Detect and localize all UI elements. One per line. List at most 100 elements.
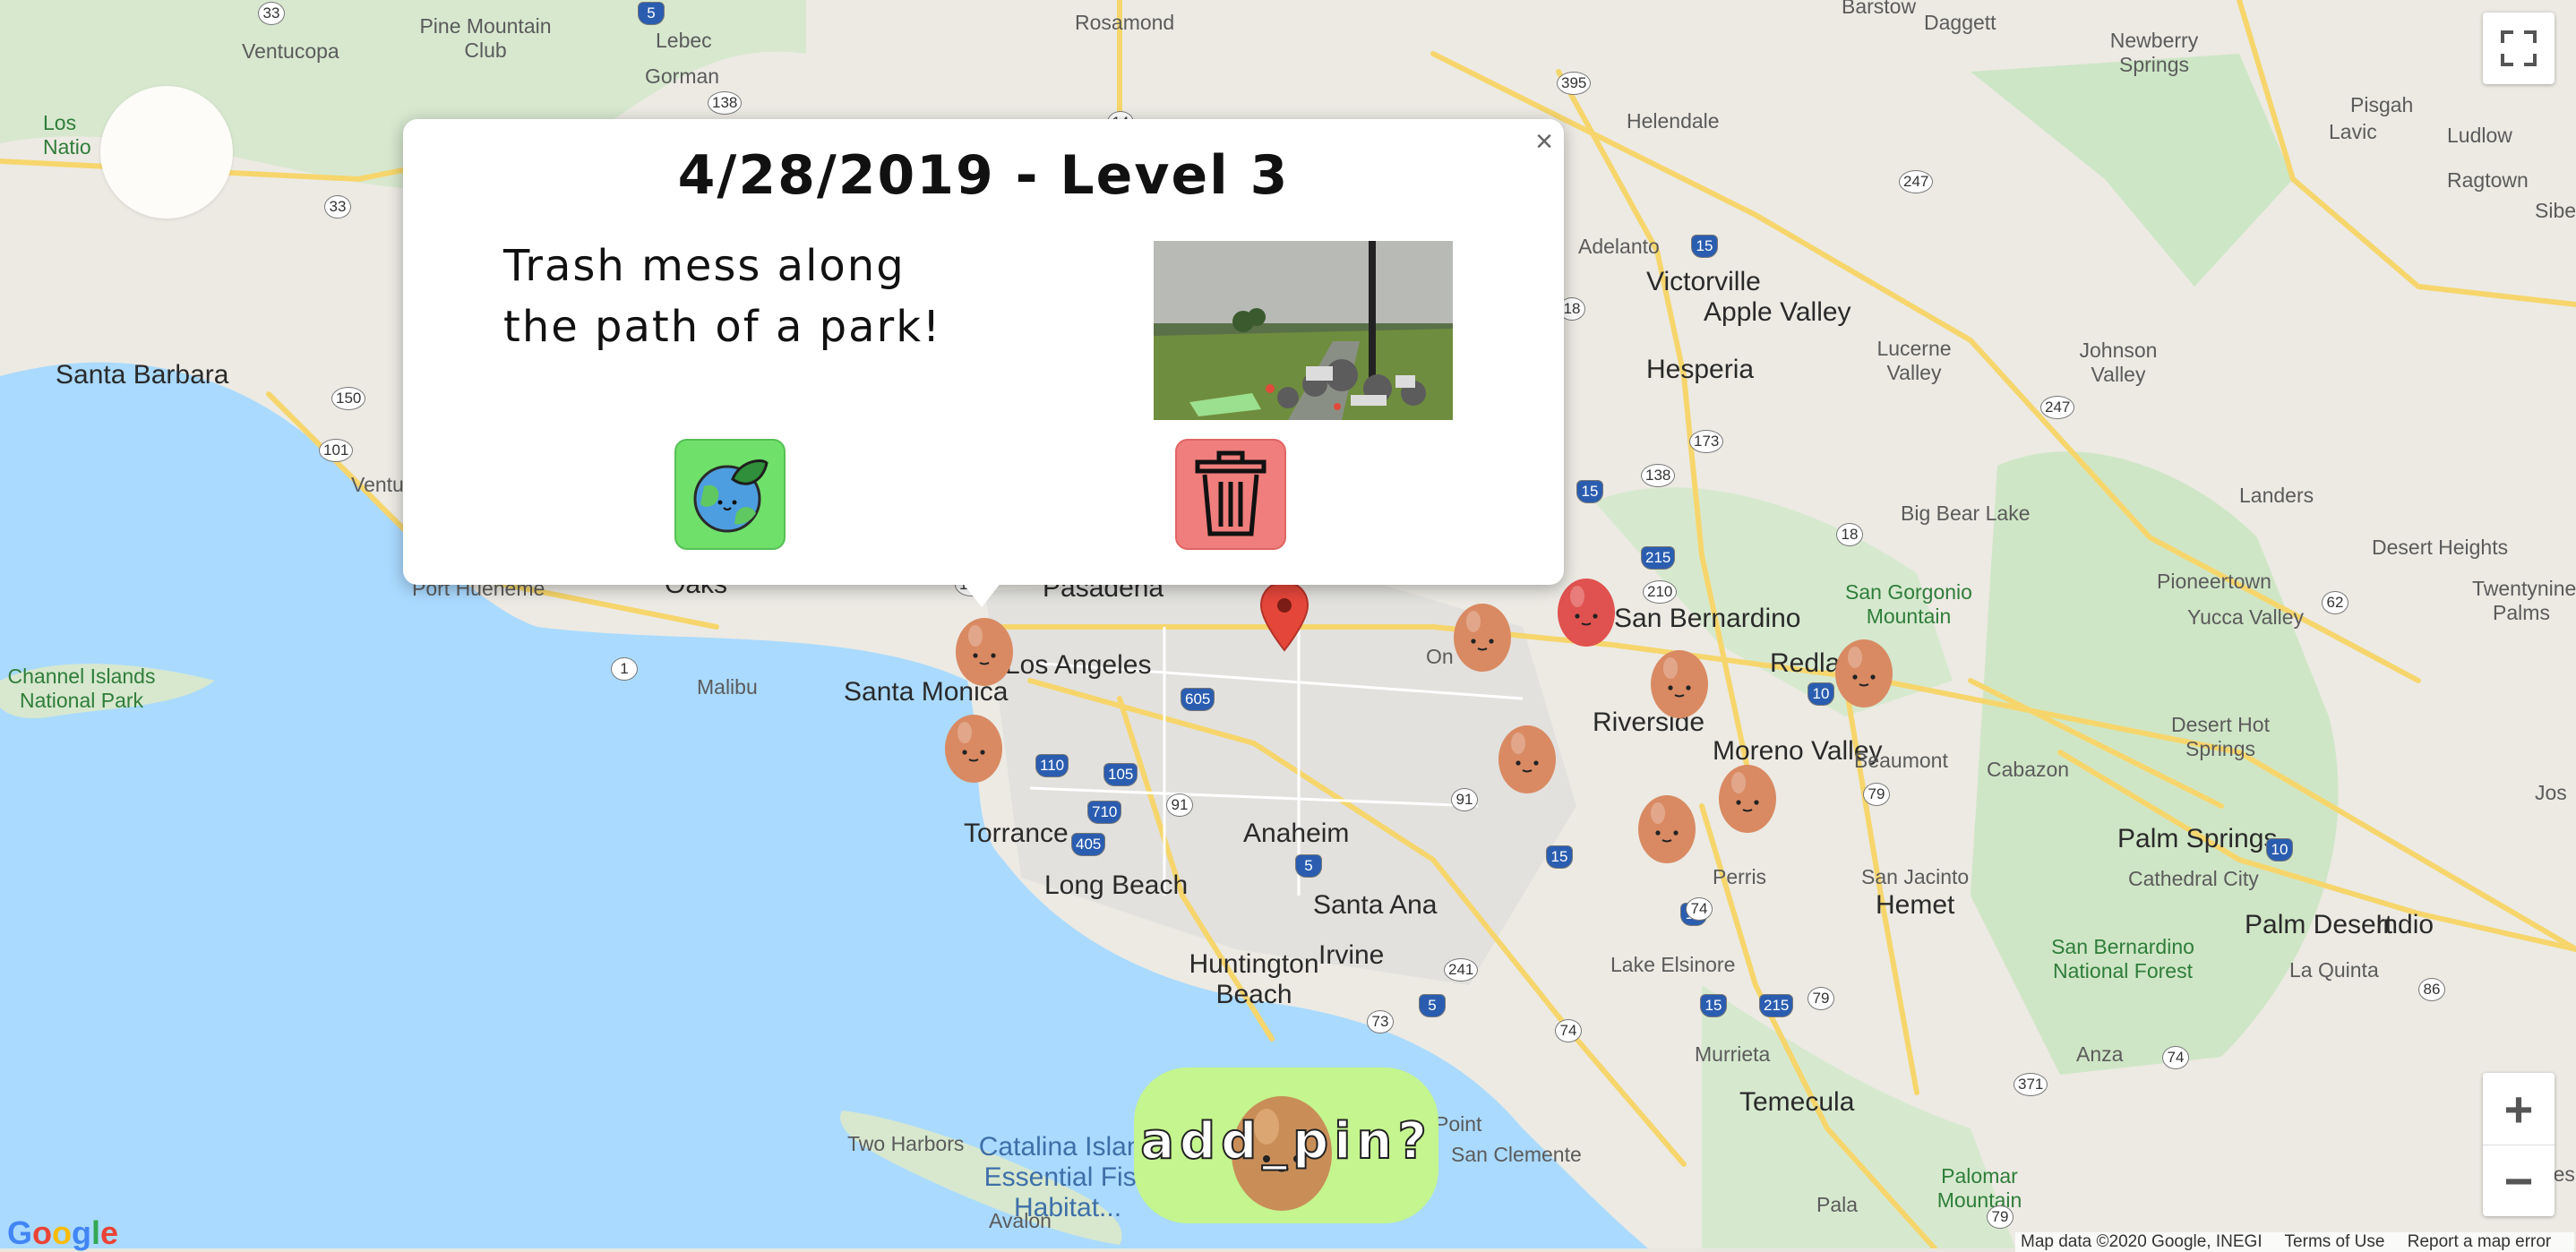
trash-photo bbox=[1154, 241, 1453, 420]
highway-shield: 5 bbox=[1419, 994, 1446, 1017]
highway-shield: 5 bbox=[638, 2, 665, 25]
highway-shield: 15 bbox=[1700, 994, 1727, 1017]
map-label: Torrance bbox=[964, 819, 1069, 848]
map-label: Santa Ana bbox=[1313, 890, 1438, 920]
highway-shield: 210 bbox=[1643, 580, 1678, 604]
map-label: Hesperia bbox=[1646, 355, 1755, 384]
map-label: Ragtown bbox=[2447, 168, 2529, 192]
map-label: Big Bear Lake bbox=[1901, 502, 2031, 525]
egg-pin-icon[interactable] bbox=[1634, 786, 1700, 867]
map-label: Two Harbors bbox=[847, 1132, 965, 1155]
map-label: Long Beach bbox=[1044, 870, 1189, 900]
map-label: Siberia bbox=[2535, 199, 2576, 222]
location-marker-icon[interactable] bbox=[1259, 580, 1309, 652]
egg-pin-icon[interactable] bbox=[940, 706, 1007, 786]
add-pin-label: add_pin? bbox=[1139, 1111, 1432, 1171]
map-label: Anaheim bbox=[1243, 819, 1350, 848]
highway-shield: 79 bbox=[1863, 783, 1890, 806]
map-label: San Clemente bbox=[1451, 1143, 1582, 1166]
map-label: Point bbox=[1435, 1112, 1482, 1136]
map-label: Pioneertown bbox=[2157, 570, 2271, 593]
map-label: Lake Elsinore bbox=[1610, 953, 1736, 976]
map-label: Malibu bbox=[697, 675, 758, 699]
map-label: Newberry Springs bbox=[2109, 29, 2199, 76]
map-label: Irvine bbox=[1318, 940, 1385, 970]
egg-pin-icon[interactable] bbox=[1553, 570, 1619, 650]
map-label: Murrieta bbox=[1695, 1042, 1771, 1066]
highway-shield: 15 bbox=[1546, 845, 1573, 869]
map-label: Helendale bbox=[1627, 109, 1720, 133]
highway-shield: 10 bbox=[2266, 838, 2293, 862]
map-label: Victorville bbox=[1646, 267, 1761, 296]
map-label: Adelanto bbox=[1578, 235, 1660, 258]
highway-shield: 73 bbox=[1367, 1010, 1394, 1033]
highway-shield: 215 bbox=[1759, 994, 1794, 1017]
map-label: Los Angeles bbox=[1005, 650, 1152, 680]
add-pin-button[interactable]: add_pin? bbox=[1134, 1068, 1438, 1223]
highway-shield: 79 bbox=[1987, 1205, 2014, 1229]
egg-pin-icon[interactable] bbox=[1831, 630, 1897, 711]
avatar[interactable] bbox=[100, 86, 233, 219]
map-label: Pala bbox=[1816, 1193, 1859, 1216]
map-label: San Bernardino bbox=[1614, 604, 1801, 633]
highway-shield: 215 bbox=[1641, 546, 1676, 570]
trash-can-icon bbox=[1195, 450, 1267, 536]
map-label: Jos bbox=[2535, 781, 2567, 804]
map-label: Ventucopa bbox=[242, 39, 339, 63]
map-label: Pisgah bbox=[2350, 93, 2414, 116]
map-label: San Jacinto bbox=[1861, 865, 1970, 888]
map-label: Avalon bbox=[989, 1209, 1052, 1232]
highway-shield: 105 bbox=[1103, 763, 1138, 786]
highway-shield: 79 bbox=[1807, 987, 1834, 1010]
map-label: Pine Mountain Club bbox=[419, 14, 552, 62]
map-label: Landers bbox=[2239, 484, 2314, 507]
highway-shield: 110 bbox=[1035, 754, 1069, 777]
map-footer: Map data ©2020 Google, INEGI Terms of Us… bbox=[2015, 1232, 2575, 1252]
fullscreen-button[interactable] bbox=[2483, 13, 2555, 84]
map-label: Cabazon bbox=[1987, 758, 2070, 781]
highway-shield: 91 bbox=[1451, 788, 1478, 811]
egg-pin-icon[interactable] bbox=[1449, 595, 1516, 675]
info-popup: × 4/28/2019 - Level 3 Trash mess along t… bbox=[403, 119, 1564, 585]
egg-pin-icon[interactable] bbox=[1494, 716, 1560, 797]
highway-shield: 33 bbox=[324, 195, 351, 219]
map-label: Ventu bbox=[351, 473, 404, 496]
map-label: Perris bbox=[1713, 865, 1767, 888]
popup-pointer bbox=[962, 582, 1001, 607]
map-label: Rosamond bbox=[1075, 11, 1175, 34]
highway-shield: 241 bbox=[1444, 958, 1479, 982]
mark-cleaned-button[interactable] bbox=[674, 439, 786, 550]
fullscreen-icon bbox=[2501, 30, 2537, 66]
popup-description: Trash mess along the path of a park! bbox=[503, 241, 942, 352]
highway-shield: 710 bbox=[1087, 801, 1122, 824]
map-label: Temecula bbox=[1739, 1087, 1855, 1117]
map-label: Lavic bbox=[2329, 120, 2377, 143]
map-label: Lucerne Valley bbox=[1876, 337, 1952, 384]
highway-shield: 138 bbox=[1641, 464, 1676, 487]
egg-pin-icon[interactable] bbox=[1714, 756, 1781, 836]
egg-pin-icon[interactable] bbox=[1646, 641, 1713, 722]
highway-shield: 173 bbox=[1689, 430, 1724, 453]
highway-shield: 247 bbox=[2040, 396, 2075, 419]
highway-shield: 33 bbox=[258, 2, 285, 25]
earth-leaf-icon bbox=[693, 459, 769, 533]
map-label: Santa Barbara bbox=[56, 360, 229, 390]
delete-pin-button[interactable] bbox=[1175, 439, 1286, 550]
highway-shield: 371 bbox=[2014, 1073, 2048, 1096]
map-label: Huntington Beach bbox=[1189, 949, 1319, 1009]
map-label: Palomar Mountain bbox=[1936, 1164, 2022, 1212]
map-label: San Gorgonio Mountain bbox=[1845, 580, 1972, 628]
highway-shield: 395 bbox=[1557, 72, 1592, 95]
zoom-in-button[interactable]: + bbox=[2483, 1073, 2555, 1145]
zoom-out-button[interactable]: − bbox=[2483, 1145, 2555, 1216]
map-label: Desert Hot Springs bbox=[2171, 713, 2270, 760]
highway-shield: 5 bbox=[1295, 854, 1322, 878]
egg-pin-icon[interactable] bbox=[951, 609, 1018, 690]
map-label: Beaumont bbox=[1854, 749, 1948, 772]
highway-shield: 405 bbox=[1071, 833, 1106, 856]
map-label: Twentynine Palms bbox=[2472, 577, 2576, 624]
map-label: Gorman bbox=[645, 64, 720, 88]
highway-shield: 86 bbox=[2418, 978, 2445, 1001]
map-label: Apple Valley bbox=[1704, 297, 1851, 327]
highway-shield: 62 bbox=[2322, 591, 2348, 614]
